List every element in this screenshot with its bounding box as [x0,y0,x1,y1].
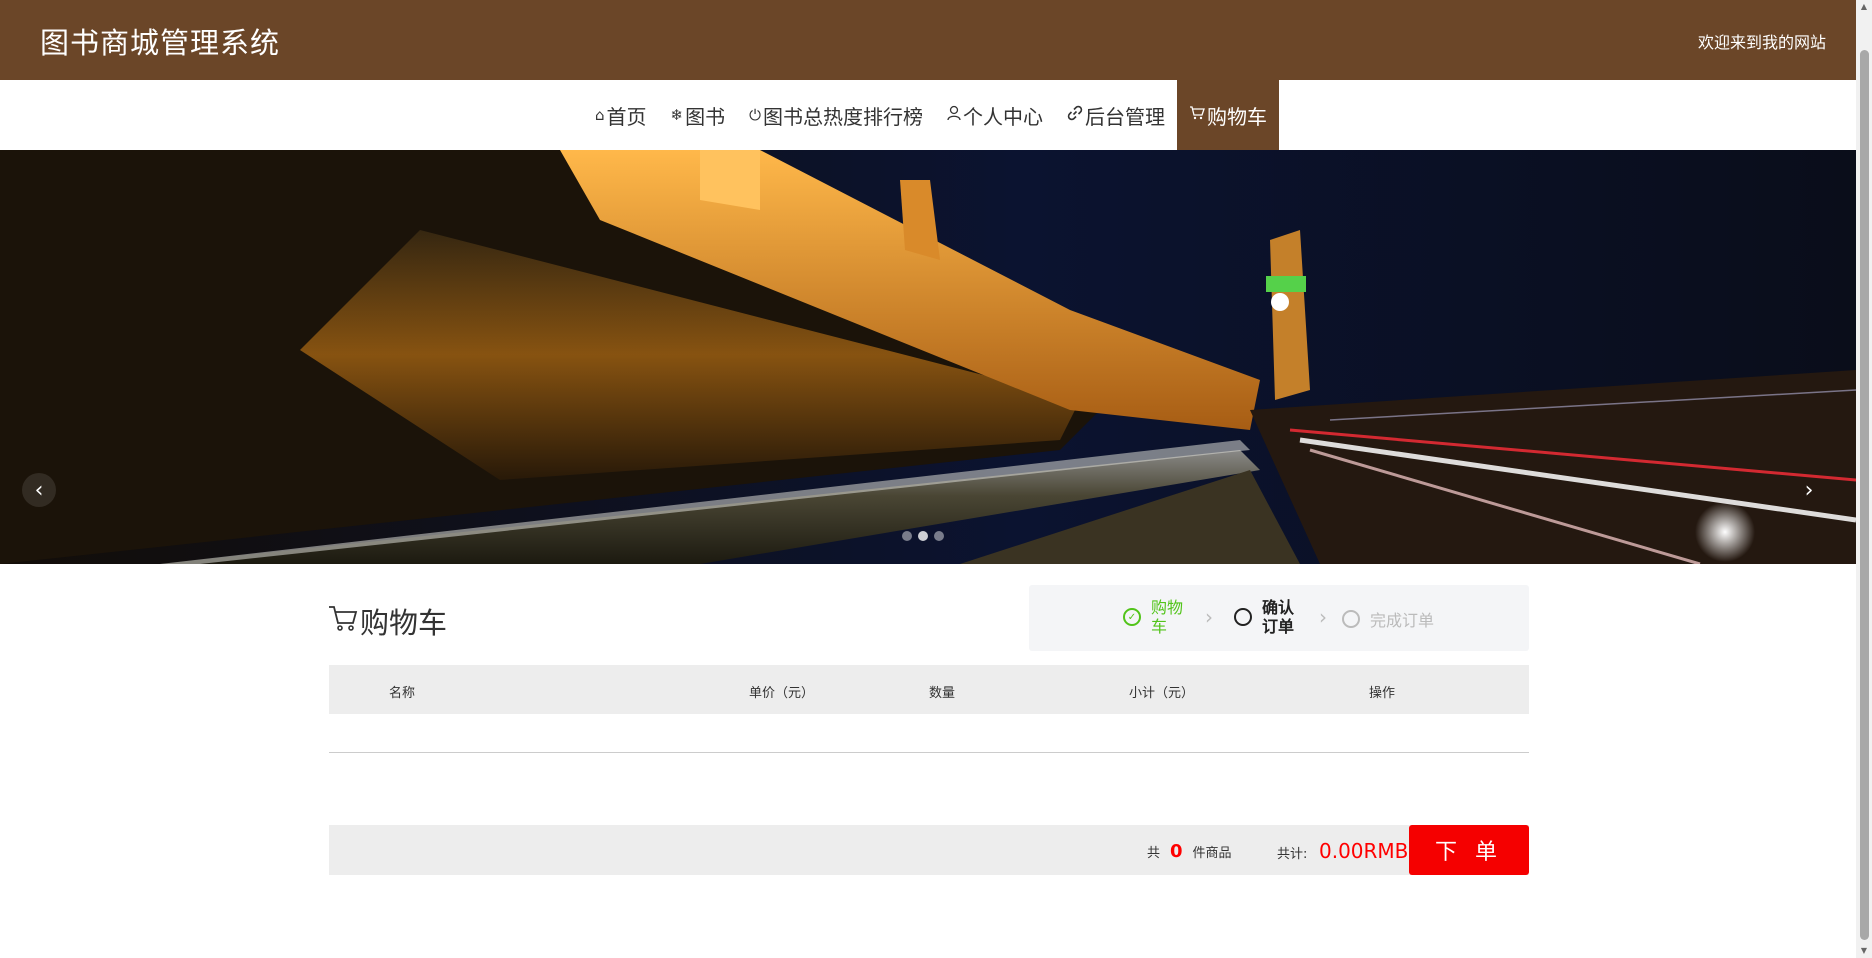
carousel-prev-button[interactable]: ‹ [22,473,56,507]
scroll-down-icon[interactable]: ▼ [1859,946,1869,956]
nav-item-label: 个人中心 [962,104,1043,129]
scrollbar[interactable]: ▲ ▼ [1856,0,1872,958]
carousel-next-button[interactable]: › [1792,473,1826,507]
cart-title: 购物车 [328,600,447,642]
nav-item-label: 后台管理 [1084,104,1165,129]
cart-table-header: 名称 单价（元） 数量 小计（元） 操作 [329,665,1529,714]
banner-image [0,150,1856,564]
column-header-name: 名称 [389,686,416,701]
nav-item-books[interactable]: ❄ 图书 [659,80,738,150]
power-icon: ⏻ [749,106,761,124]
cart-title-text: 购物车 [360,606,448,640]
nav-item-label: 图书总热度排行榜 [762,104,923,129]
cart-icon [1189,106,1205,124]
order-steps: ✓ 购物车 › 确认订单 › 完成订单 [1029,585,1529,651]
link-icon [1067,105,1083,125]
chevron-left-icon: ‹ [34,477,44,503]
chevron-right-icon: › [1205,605,1213,629]
column-header-price: 单价（元） [749,686,815,701]
user-icon [947,105,961,125]
check-icon: ✓ [1123,608,1141,626]
column-header-actions: 操作 [1369,686,1396,701]
count-suffix: 件商品 [1192,846,1232,861]
count-value: 0 [1170,841,1183,862]
nav-item-label: 首页 [606,104,647,129]
home-icon: ⌂ [595,106,605,124]
circle-icon [1234,608,1252,626]
step-label: 确认订单 [1262,598,1295,636]
count-prefix: 共 [1147,846,1161,861]
step-complete: 完成订单 [1342,607,1434,631]
carousel-dot[interactable] [918,531,928,541]
nav-item-label: 图书 [685,104,726,129]
chevron-right-icon: › [1804,477,1814,503]
step-label: 购物车 [1151,598,1184,636]
step-cart: ✓ 购物车 [1123,598,1193,636]
nav-item-label: 购物车 [1206,104,1267,129]
carousel-indicators [902,531,944,541]
carousel-dot[interactable] [902,531,912,541]
column-header-quantity: 数量 [929,686,956,701]
nav-item-profile[interactable]: 个人中心 [935,80,1055,150]
total-value: 0.00RMB [1319,839,1409,863]
nav-item-cart[interactable]: 购物车 [1176,80,1279,150]
snowflake-icon: ❄ [670,106,684,124]
item-count: 共 0 件商品 [1147,841,1232,862]
chevron-right-icon: › [1319,605,1327,629]
step-confirm: 确认订单 [1234,598,1304,636]
total-label: 共计: [1277,847,1308,862]
scroll-up-icon[interactable]: ▲ [1859,2,1869,12]
site-title[interactable]: 图书商城管理系统 [40,20,280,62]
nav-item-admin[interactable]: 后台管理 [1055,80,1177,150]
banner-carousel[interactable]: ‹ › [0,150,1856,564]
scrollbar-thumb[interactable] [1860,50,1869,940]
cart-icon [328,604,358,639]
cart-summary-bar: 共 0 件商品 共计: 0.00RMB 下 单 [329,825,1529,875]
carousel-dot[interactable] [934,531,944,541]
column-header-subtotal: 小计（元） [1129,686,1195,701]
place-order-button[interactable]: 下 单 [1409,825,1529,875]
circle-icon [1342,610,1360,628]
nav-item-ranking[interactable]: ⏻ 图书总热度排行榜 [737,80,935,150]
welcome-text: 欢迎来到我的网站 [1697,33,1826,52]
nav-item-home[interactable]: ⌂ 首页 [583,80,659,150]
main-nav: ⌂ 首页 ❄ 图书 ⏻ 图书总热度排行榜 个人中心 后台管理 购物车 [0,80,1856,150]
step-label: 完成订单 [1370,611,1435,630]
site-header: 图书商城管理系统 欢迎来到我的网站 [0,0,1856,80]
table-divider [329,752,1529,753]
